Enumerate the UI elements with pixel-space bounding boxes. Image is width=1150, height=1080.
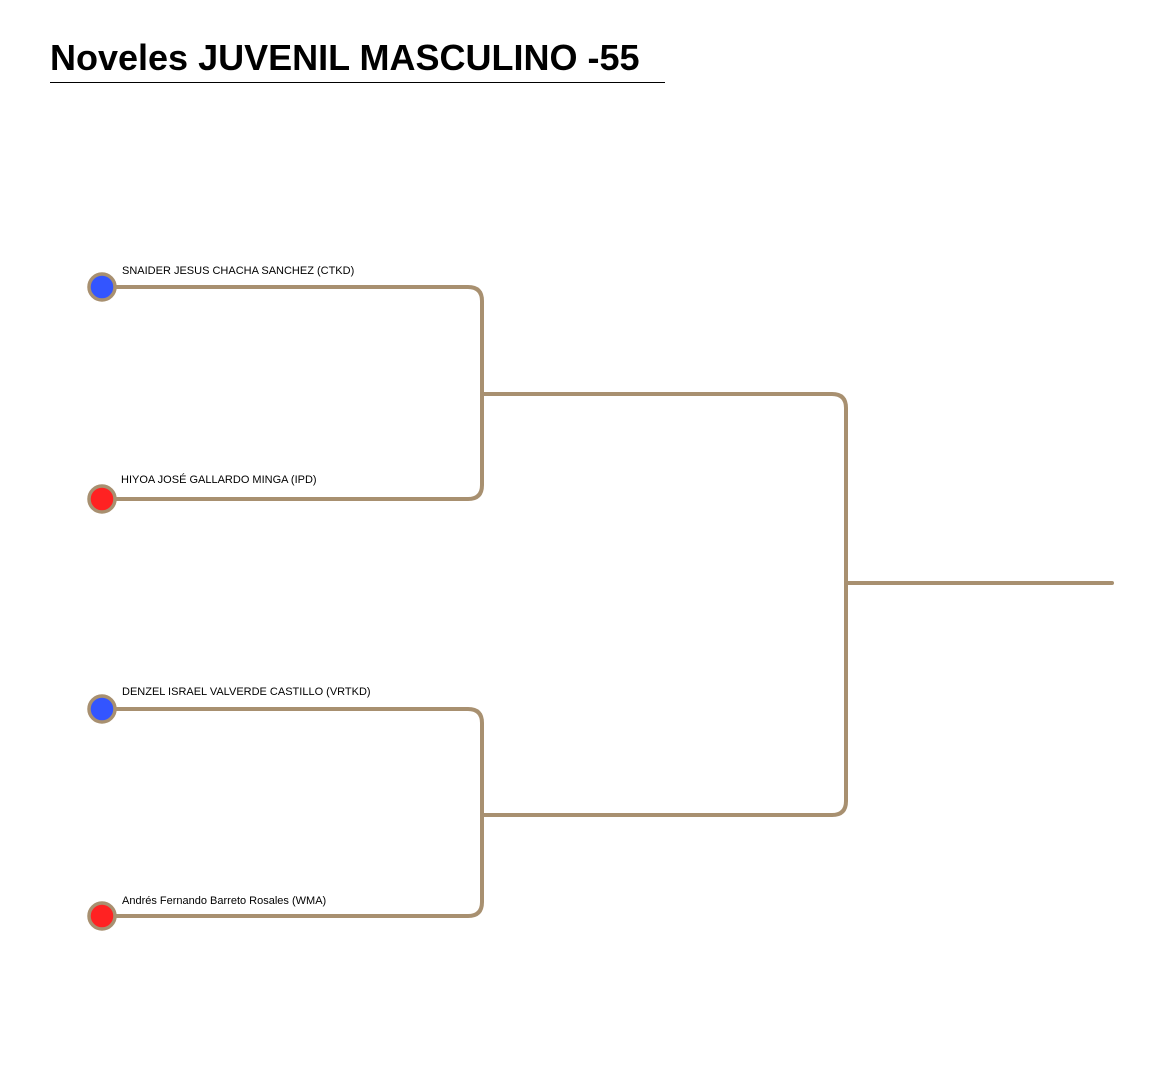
- competitor-name: HIYOA JOSÉ GALLARDO MINGA (IPD): [121, 473, 317, 486]
- red-corner-marker: [87, 484, 117, 514]
- blue-corner-marker: [87, 694, 117, 724]
- match-1-connector: [100, 285, 484, 501]
- competitor-name: Andrés Fernando Barreto Rosales (WMA): [122, 895, 326, 907]
- bracket-diagram: SNAIDER JESUS CHACHA SANCHEZ (CTKD) HIYO…: [87, 265, 1114, 931]
- match-2-connector: [100, 707, 484, 918]
- competitor-name: DENZEL ISRAEL VALVERDE CASTILLO (VRTKD): [122, 686, 371, 698]
- competitor-name: SNAIDER JESUS CHACHA SANCHEZ (CTKD): [122, 265, 354, 277]
- red-corner-marker: [87, 901, 117, 931]
- final-connector: [480, 392, 848, 817]
- blue-corner-marker: [87, 272, 117, 302]
